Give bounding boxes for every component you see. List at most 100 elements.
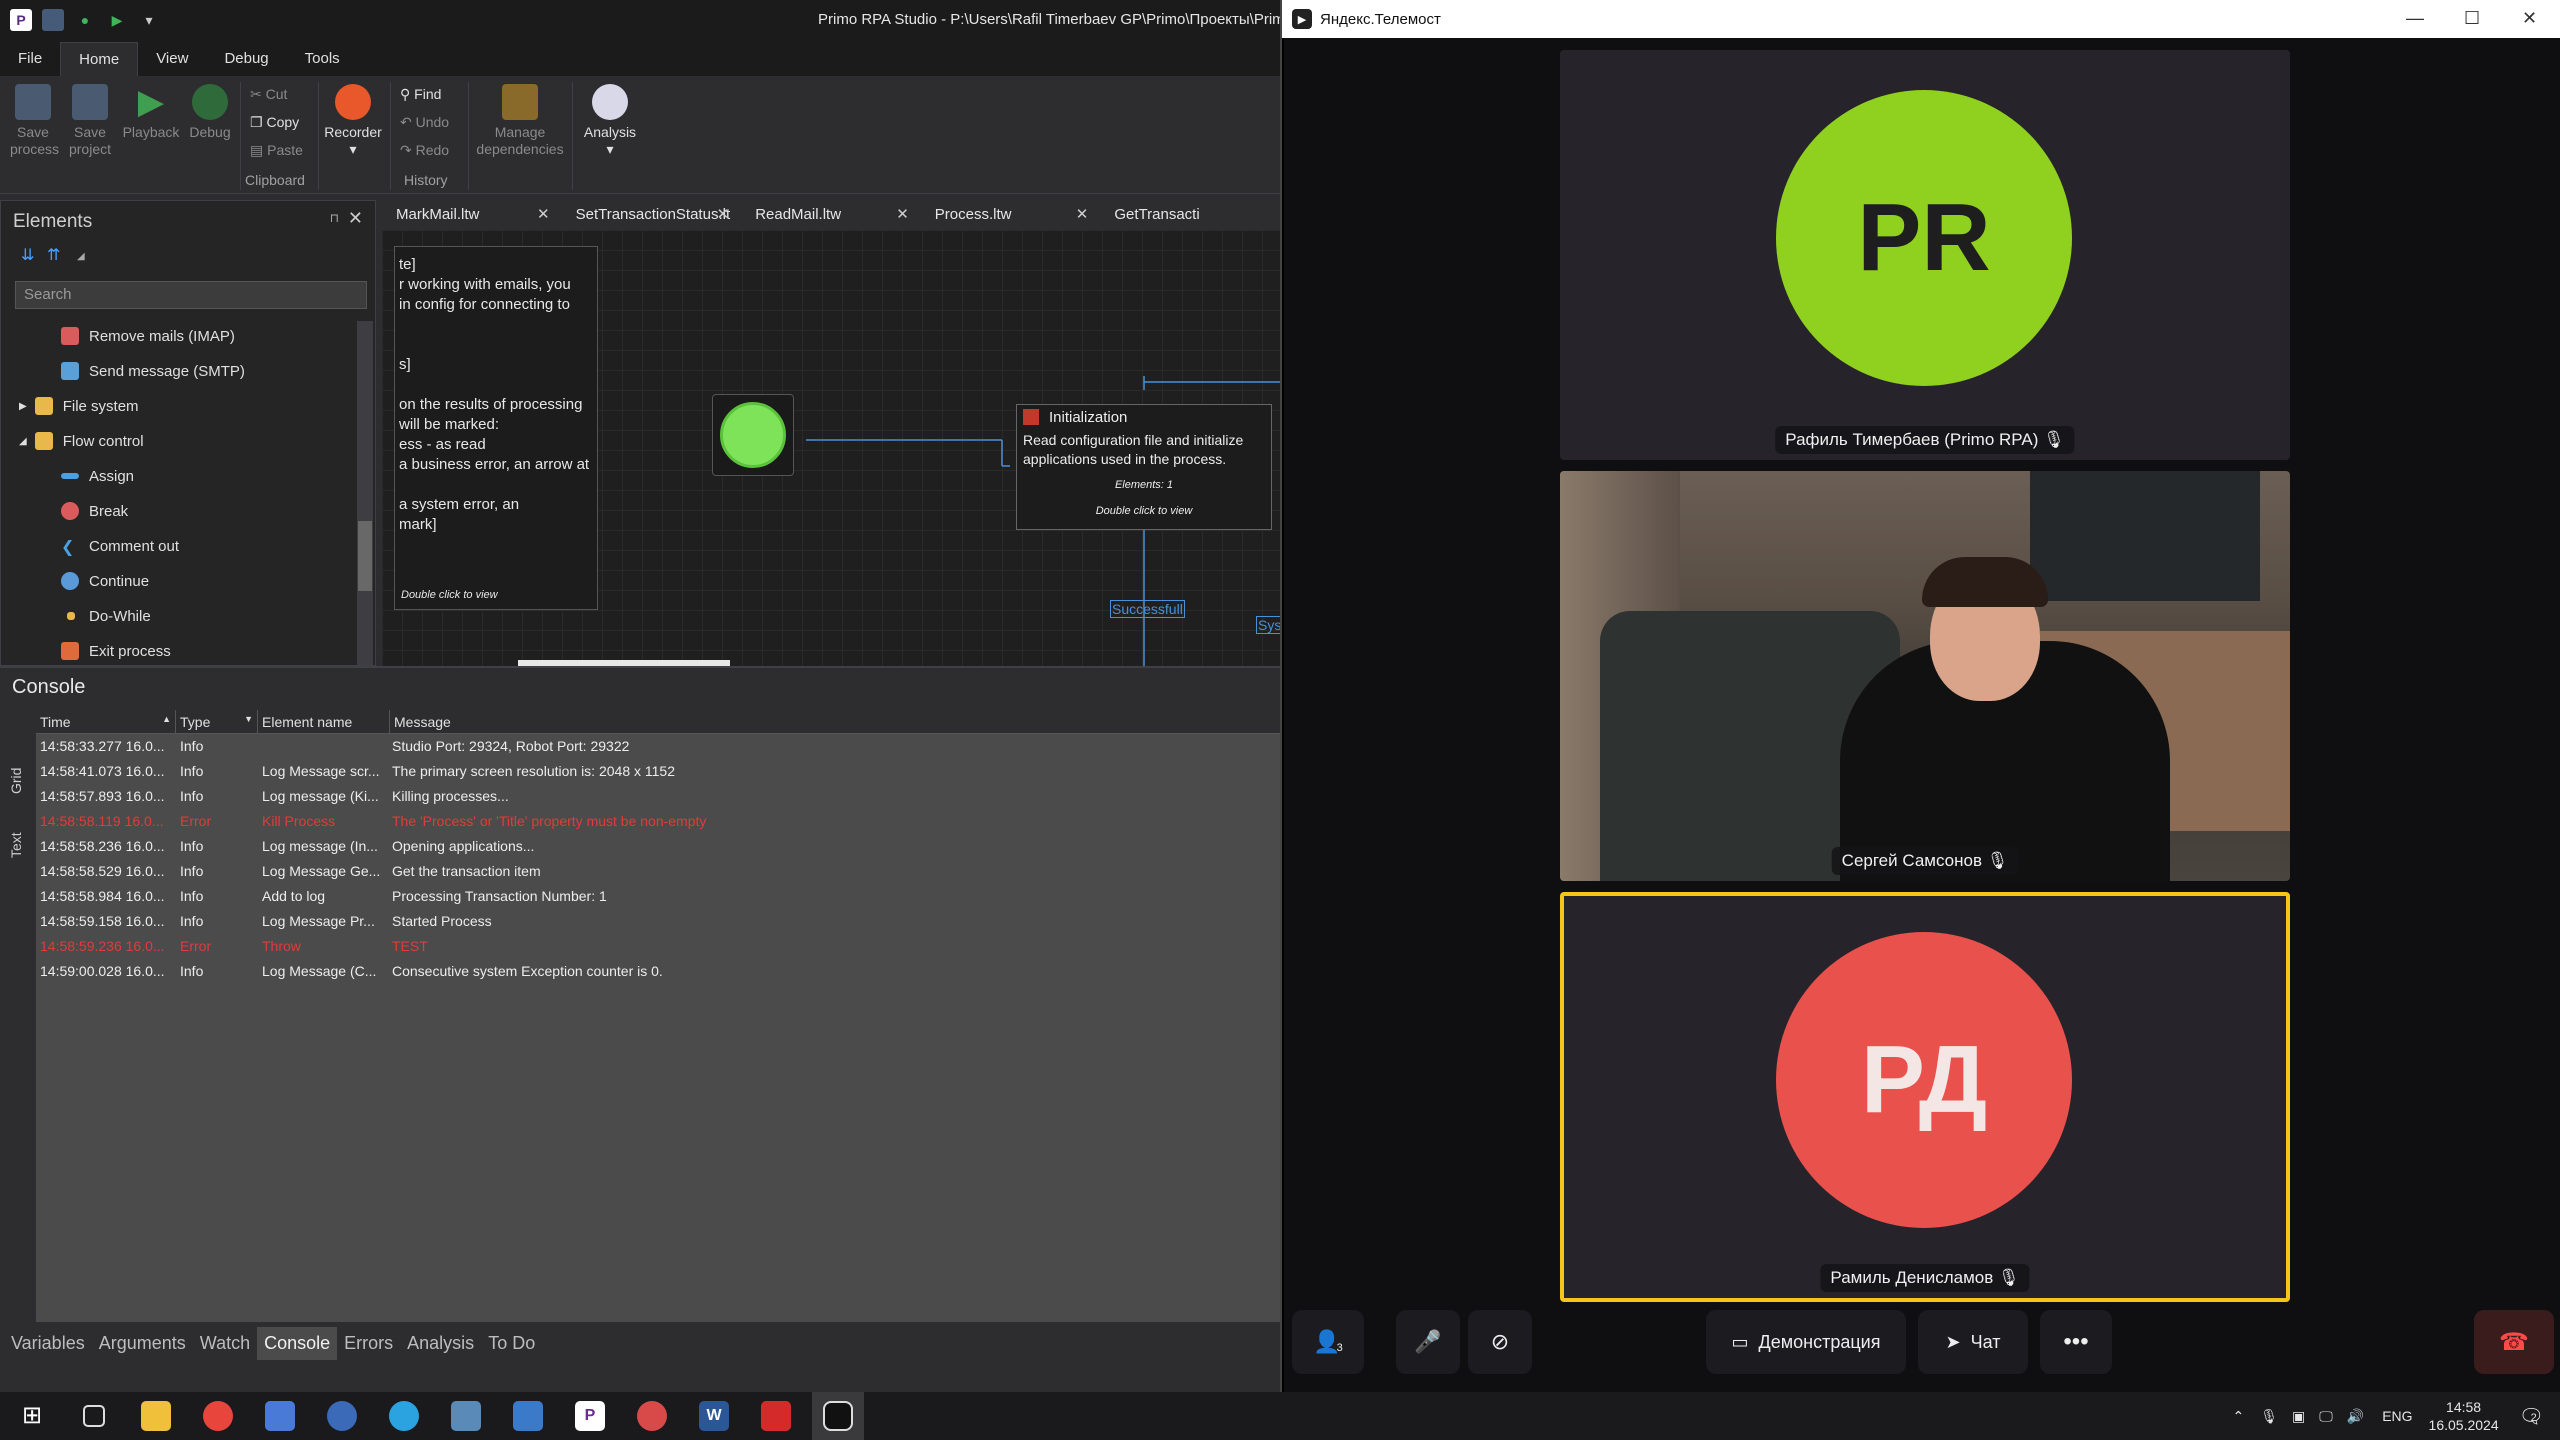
playback-button[interactable]: ▶ Playback [120, 84, 182, 141]
taskbar-word[interactable]: W [688, 1392, 740, 1440]
quick-access-dropdown-icon[interactable]: ▾ [138, 9, 160, 31]
recorder-button[interactable]: Recorder ▾ [322, 84, 384, 158]
table-row[interactable]: 14:58:59.158 16.0... Info Log Message Pr..… [36, 909, 1280, 934]
undo-button[interactable]: ↶ Undo [400, 114, 449, 131]
filter-icon[interactable]: ▼ [244, 714, 253, 724]
maximize-icon[interactable]: ☐ [2464, 8, 2480, 29]
menu-view[interactable]: View [138, 42, 206, 76]
participant-tile[interactable]: PR Рафиль Тимербаев (Primo RPA) 🎙 [1560, 50, 2290, 460]
language-indicator[interactable]: ENG [2382, 1408, 2412, 1424]
tree-item-send-message[interactable]: Send message (SMTP) [61, 354, 245, 388]
table-row[interactable]: 14:58:58.236 16.0... Info Log message (In.… [36, 834, 1280, 859]
tab-gettransaction[interactable]: GetTransacti [1100, 200, 1280, 230]
tree-item-file-system[interactable]: ▶ File system [19, 389, 139, 423]
collapse-all-icon[interactable]: ⇈ [47, 245, 60, 265]
save-process-button[interactable]: Save process [10, 84, 59, 158]
run-quick-icon[interactable]: ▶ [106, 9, 128, 31]
tree-item-flow-control[interactable]: ◢ Flow control [19, 424, 144, 458]
task-view-button[interactable] [68, 1392, 120, 1440]
close-tab-icon[interactable]: ✕ [1076, 205, 1089, 223]
scroll-thumb[interactable] [358, 521, 372, 591]
taskbar-app-3[interactable] [440, 1392, 492, 1440]
analysis-button[interactable]: Analysis ▾ [578, 84, 642, 158]
tree-item-assign[interactable]: Assign [61, 459, 134, 493]
pin-icon[interactable]: ⊓ [330, 211, 339, 225]
close-window-icon[interactable]: ✕ [2522, 8, 2537, 29]
tab-readmail[interactable]: ReadMail.ltw ✕ [741, 200, 921, 230]
initialization-block[interactable]: Initialization Read configuration file a… [1016, 404, 1272, 530]
close-icon[interactable]: ✕ [348, 208, 363, 229]
table-row-error[interactable]: 14:58:59.236 16.0... Error Throw TEST [36, 934, 1280, 959]
chat-button[interactable]: ➤ Чат [1918, 1310, 2028, 1374]
tree-options-icon[interactable]: ◢ [77, 251, 85, 262]
tab-todo[interactable]: To Do [481, 1327, 542, 1360]
tab-watch[interactable]: Watch [193, 1327, 257, 1360]
taskbar-primo[interactable]: P [564, 1392, 616, 1440]
col-time[interactable]: Time ▲ [36, 710, 176, 733]
tree-item-remove-mails[interactable]: Remove mails (IMAP) [61, 319, 235, 353]
invite-participants-button[interactable]: 👤 3 [1292, 1310, 1364, 1374]
start-button[interactable]: ⊞ [6, 1392, 58, 1440]
tab-grid[interactable]: Grid [8, 768, 24, 794]
taskbar-app-2[interactable] [316, 1392, 368, 1440]
minimize-icon[interactable]: — [2406, 8, 2424, 29]
tree-item-break[interactable]: Break [61, 494, 128, 528]
taskbar-app-4[interactable] [502, 1392, 554, 1440]
col-message[interactable]: Message [390, 710, 1280, 733]
tree-item-do-while[interactable]: Do-While [61, 599, 151, 633]
tree-item-continue[interactable]: Continue [61, 564, 149, 598]
close-tab-icon[interactable]: ✕ [717, 205, 730, 223]
taskbar-pdf[interactable] [750, 1392, 802, 1440]
debug-quick-icon[interactable]: ● [74, 9, 96, 31]
elements-scrollbar[interactable] [357, 321, 373, 665]
tree-item-exit-process[interactable]: Exit process [61, 634, 171, 668]
tab-analysis[interactable]: Analysis [400, 1327, 481, 1360]
redo-button[interactable]: ↷ Redo [400, 142, 449, 159]
menu-file[interactable]: File [0, 42, 60, 76]
close-tab-icon[interactable]: ✕ [537, 205, 550, 223]
tab-settransactionstatus[interactable]: SetTransactionStatus.lt ✕ [562, 200, 742, 230]
menu-debug[interactable]: Debug [206, 42, 286, 76]
participant-tile-video[interactable]: Сергей Самсонов 🎙 [1560, 471, 2290, 881]
screen-share-button[interactable]: ▭ Демонстрация [1706, 1310, 1906, 1374]
tray-chevron-up-icon[interactable]: ⌃ [2233, 1408, 2245, 1425]
taskbar-explorer[interactable] [130, 1392, 182, 1440]
col-type[interactable]: Type ▼ [176, 710, 258, 733]
volume-icon[interactable]: 🔊 [2347, 1408, 2364, 1425]
table-row[interactable]: 14:58:57.893 16.0... Info Log message (Ki.… [36, 784, 1280, 809]
save-project-button[interactable]: Save project [64, 84, 116, 158]
elements-search-input[interactable]: Search [15, 281, 367, 309]
table-row[interactable]: 14:58:33.277 16.0... Info Studio Port: 293… [36, 734, 1280, 759]
tab-markmail[interactable]: MarkMail.ltw ✕ [382, 200, 562, 230]
manage-dependencies-button[interactable]: Manage dependencies [472, 84, 568, 158]
copy-button[interactable]: ❐ Copy [250, 114, 299, 131]
menu-home[interactable]: Home [60, 42, 139, 76]
close-tab-icon[interactable]: ✕ [896, 205, 909, 223]
workflow-canvas[interactable]: te] r working with emails, you in config… [382, 230, 1280, 666]
save-quick-icon[interactable] [42, 9, 64, 31]
menu-tools[interactable]: Tools [287, 42, 358, 76]
tab-variables[interactable]: Variables [4, 1327, 92, 1360]
tray-microphone-icon[interactable]: 🎙 [2260, 1408, 2278, 1425]
tray-app-icon[interactable]: ▣ [2292, 1408, 2305, 1425]
tree-item-comment-out[interactable]: ❮ Comment out [61, 529, 179, 563]
taskbar-chrome[interactable] [192, 1392, 244, 1440]
cut-button[interactable]: ✂ Cut [250, 86, 287, 103]
taskbar-telegram[interactable] [378, 1392, 430, 1440]
more-options-button[interactable]: ••• [2040, 1310, 2112, 1374]
table-row[interactable]: 14:58:58.529 16.0... Info Log Message Ge..… [36, 859, 1280, 884]
participant-tile-active[interactable]: РД Рамиль Денисламов 🎙 [1560, 892, 2290, 1302]
hang-up-button[interactable]: ☎ [2474, 1310, 2554, 1374]
paste-button[interactable]: ▤ Paste [250, 142, 303, 159]
tab-errors[interactable]: Errors [337, 1327, 400, 1360]
table-row[interactable]: 14:59:00.028 16.0... Info Log Message (C..… [36, 959, 1280, 984]
taskbar-telemost[interactable] [812, 1392, 864, 1440]
table-row[interactable]: 14:58:58.984 16.0... Info Add to log Proces… [36, 884, 1280, 909]
col-element-name[interactable]: Element name [258, 710, 390, 733]
table-row[interactable]: 14:58:41.073 16.0... Info Log Message scr.… [36, 759, 1280, 784]
clock[interactable]: 14:58 16.05.2024 [2429, 1398, 2499, 1434]
tab-console[interactable]: Console [257, 1326, 338, 1360]
tab-text[interactable]: Text [8, 832, 24, 858]
camera-toggle-button[interactable]: ⊘ [1468, 1310, 1532, 1374]
debug-button[interactable]: Debug [186, 84, 234, 141]
